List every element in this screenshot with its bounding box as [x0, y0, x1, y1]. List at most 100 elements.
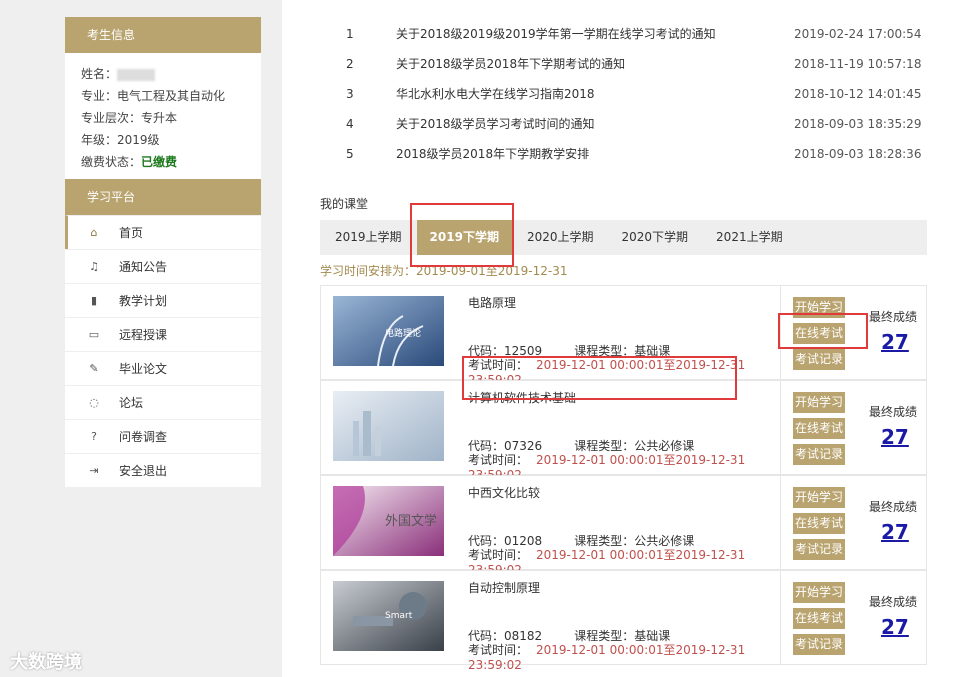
chat-icon: ◌	[89, 395, 99, 409]
course-thumbnail[interactable]: 外国文学	[333, 486, 444, 556]
notice-row[interactable]: 2 关于2018级学员2018年下学期考试的通知 2018-11-19 10:57:…	[282, 49, 965, 79]
notice-row[interactable]: 3 华北水利水电大学在线学习指南2018 2018-10-12 14:01:45	[282, 79, 965, 109]
name-label: 姓名：	[81, 67, 118, 81]
course-meta: 代码：12509 课程类型：基础课	[468, 342, 670, 359]
sidebar-item-label: 通知公告	[119, 259, 168, 274]
exam-time-label: 考试时间：	[468, 453, 529, 467]
sidebar-item-4[interactable]: ✎ 毕业论文	[65, 351, 261, 385]
tab-semester[interactable]: 2019下学期	[416, 220, 512, 255]
student-info-header: 考生信息	[65, 17, 261, 53]
sidebar-item-label: 问卷调查	[119, 429, 168, 444]
online-exam-button[interactable]: 在线考试	[793, 418, 845, 439]
sidebar-item-label: 安全退出	[119, 463, 168, 478]
sidebar-item-label: 首页	[119, 225, 144, 240]
course-type: 公共必修课	[634, 534, 695, 548]
notice-row[interactable]: 5 2018级学员2018年下学期教学安排 2018-09-03 18:28:36	[282, 139, 965, 169]
course-card: Smart 自动控制原理 代码：08182 课程类型：基础课 考试时间： 2019-…	[320, 570, 927, 672]
platform-header: 学习平台	[65, 179, 261, 215]
course-meta: 代码：07326 课程类型：公共必修课	[468, 437, 694, 454]
course-thumbnail[interactable]	[333, 391, 444, 461]
tab-semester[interactable]: 2020下学期	[609, 220, 702, 255]
course-meta: 代码：08182 课程类型：基础课	[468, 627, 670, 644]
final-score-link[interactable]: 27	[881, 615, 909, 639]
course-card: 计算机软件技术基础 代码：07326 课程类型：公共必修课 考试时间： 2019-1…	[320, 380, 927, 482]
notice-date: 2018-09-03 18:28:36	[794, 147, 922, 161]
exam-record-button[interactable]: 考试记录	[793, 349, 845, 370]
sidebar-item-5[interactable]: ◌ 论坛	[65, 385, 261, 419]
type-label: 课程类型：	[574, 629, 635, 643]
sidebar-item-3[interactable]: ▭ 远程授课	[65, 317, 261, 351]
sidebar-item-2[interactable]: ▮ 教学计划	[65, 283, 261, 317]
sidebar-item-6[interactable]: ? 问卷调查	[65, 419, 261, 453]
fee-label: 缴费状态：	[81, 155, 142, 169]
course-name: 电路原理	[468, 296, 517, 310]
bell-icon: ♫	[89, 259, 99, 273]
fee-status-badge: 已缴费	[141, 155, 178, 169]
notice-number: 4	[346, 117, 354, 131]
start-study-button[interactable]: 开始学习	[793, 297, 845, 318]
exam-record-button[interactable]: 考试记录	[793, 539, 845, 560]
fee-row: 缴费状态：已缴费	[81, 151, 261, 173]
course-code: 01208	[504, 534, 543, 548]
online-exam-button[interactable]: 在线考试	[793, 323, 845, 344]
course-code: 12509	[504, 344, 543, 358]
notice-number: 3	[346, 87, 354, 101]
notice-title-link[interactable]: 关于2018级学员学习考试时间的通知	[396, 109, 595, 139]
type-label: 课程类型：	[574, 439, 635, 453]
sidebar-item-0[interactable]: ⌂ 首页	[65, 215, 261, 249]
monitor-icon: ▭	[88, 327, 100, 341]
thumbnail-text: 电路理论	[385, 329, 422, 339]
sidebar-item-7[interactable]: ⇥ 安全退出	[65, 453, 261, 487]
course-code: 07326	[504, 439, 543, 453]
final-score-link[interactable]: 27	[881, 330, 909, 354]
course-name: 计算机软件技术基础	[468, 391, 577, 405]
tab-semester[interactable]: 2021上学期	[703, 220, 796, 255]
main-content: 1 关于2018级2019级2019学年第一学期在线学习考试的通知 2019-02-…	[282, 0, 965, 677]
online-exam-button[interactable]: 在线考试	[793, 608, 845, 629]
start-study-button[interactable]: 开始学习	[793, 582, 845, 603]
watermark-logo: 大数跨境	[10, 652, 82, 673]
tab-semester[interactable]: 2019上学期	[322, 220, 415, 255]
code-label: 代码：	[468, 534, 505, 548]
course-card: 电路理论 电路原理 代码：12509 课程类型：基础课 考试时间： 2019-12-…	[320, 285, 927, 387]
tab-semester[interactable]: 2020上学期	[514, 220, 607, 255]
logout-icon: ⇥	[89, 463, 99, 477]
code-label: 代码：	[468, 629, 505, 643]
exam-record-button[interactable]: 考试记录	[793, 634, 845, 655]
final-score-label: 最终成绩	[869, 405, 918, 419]
semester-tabs: 2019上学期 2019下学期 2020上学期 2020下学期 2021上学期	[320, 220, 927, 255]
edit-icon: ✎	[89, 361, 99, 375]
final-score-label: 最终成绩	[869, 595, 918, 609]
course-thumbnail[interactable]: 电路理论	[333, 296, 444, 367]
sidebar-item-label: 教学计划	[119, 293, 168, 308]
course-meta: 代码：01208 课程类型：公共必修课	[468, 532, 694, 549]
notice-title-link[interactable]: 关于2018级学员2018年下学期考试的通知	[396, 49, 625, 79]
sidebar-item-label: 论坛	[119, 395, 144, 410]
course-thumbnail[interactable]: Smart	[333, 581, 444, 651]
thumbnail-text: Smart	[385, 611, 413, 621]
notice-row[interactable]: 1 关于2018级2019级2019学年第一学期在线学习考试的通知 2019-02-…	[282, 19, 965, 49]
course-type: 基础课	[634, 629, 671, 643]
code-label: 代码：	[468, 344, 505, 358]
sidebar-item-1[interactable]: ♫ 通知公告	[65, 249, 261, 283]
start-study-button[interactable]: 开始学习	[793, 392, 845, 413]
divider	[780, 476, 781, 569]
notice-title-link[interactable]: 华北水利水电大学在线学习指南2018	[396, 79, 595, 109]
thumbnail-text: 外国文学	[385, 514, 438, 529]
notice-row[interactable]: 4 关于2018级学员学习考试时间的通知 2018-09-03 18:35:29	[282, 109, 965, 139]
exam-record-button[interactable]: 考试记录	[793, 444, 845, 465]
notice-title-link[interactable]: 关于2018级2019级2019学年第一学期在线学习考试的通知	[396, 19, 716, 49]
course-code: 08182	[504, 629, 543, 643]
final-score-link[interactable]: 27	[881, 520, 909, 544]
online-exam-button[interactable]: 在线考试	[793, 513, 845, 534]
notice-date: 2018-11-19 10:57:18	[794, 57, 922, 71]
final-score-link[interactable]: 27	[881, 425, 909, 449]
help-icon: ?	[91, 429, 97, 443]
course-card: 外国文学 中西文化比较 代码：01208 课程类型：公共必修课 考试时间： 2019…	[320, 475, 927, 577]
my-courses-title: 我的课堂	[320, 197, 369, 211]
exam-time: 考试时间：2019-12-01 00:00:01至2019-12-31 23:5…	[468, 643, 788, 673]
notice-title-link[interactable]: 2018级学员2018年下学期教学安排	[396, 139, 589, 169]
name-row: 姓名：	[81, 63, 261, 85]
notice-number: 1	[346, 27, 354, 41]
start-study-button[interactable]: 开始学习	[793, 487, 845, 508]
